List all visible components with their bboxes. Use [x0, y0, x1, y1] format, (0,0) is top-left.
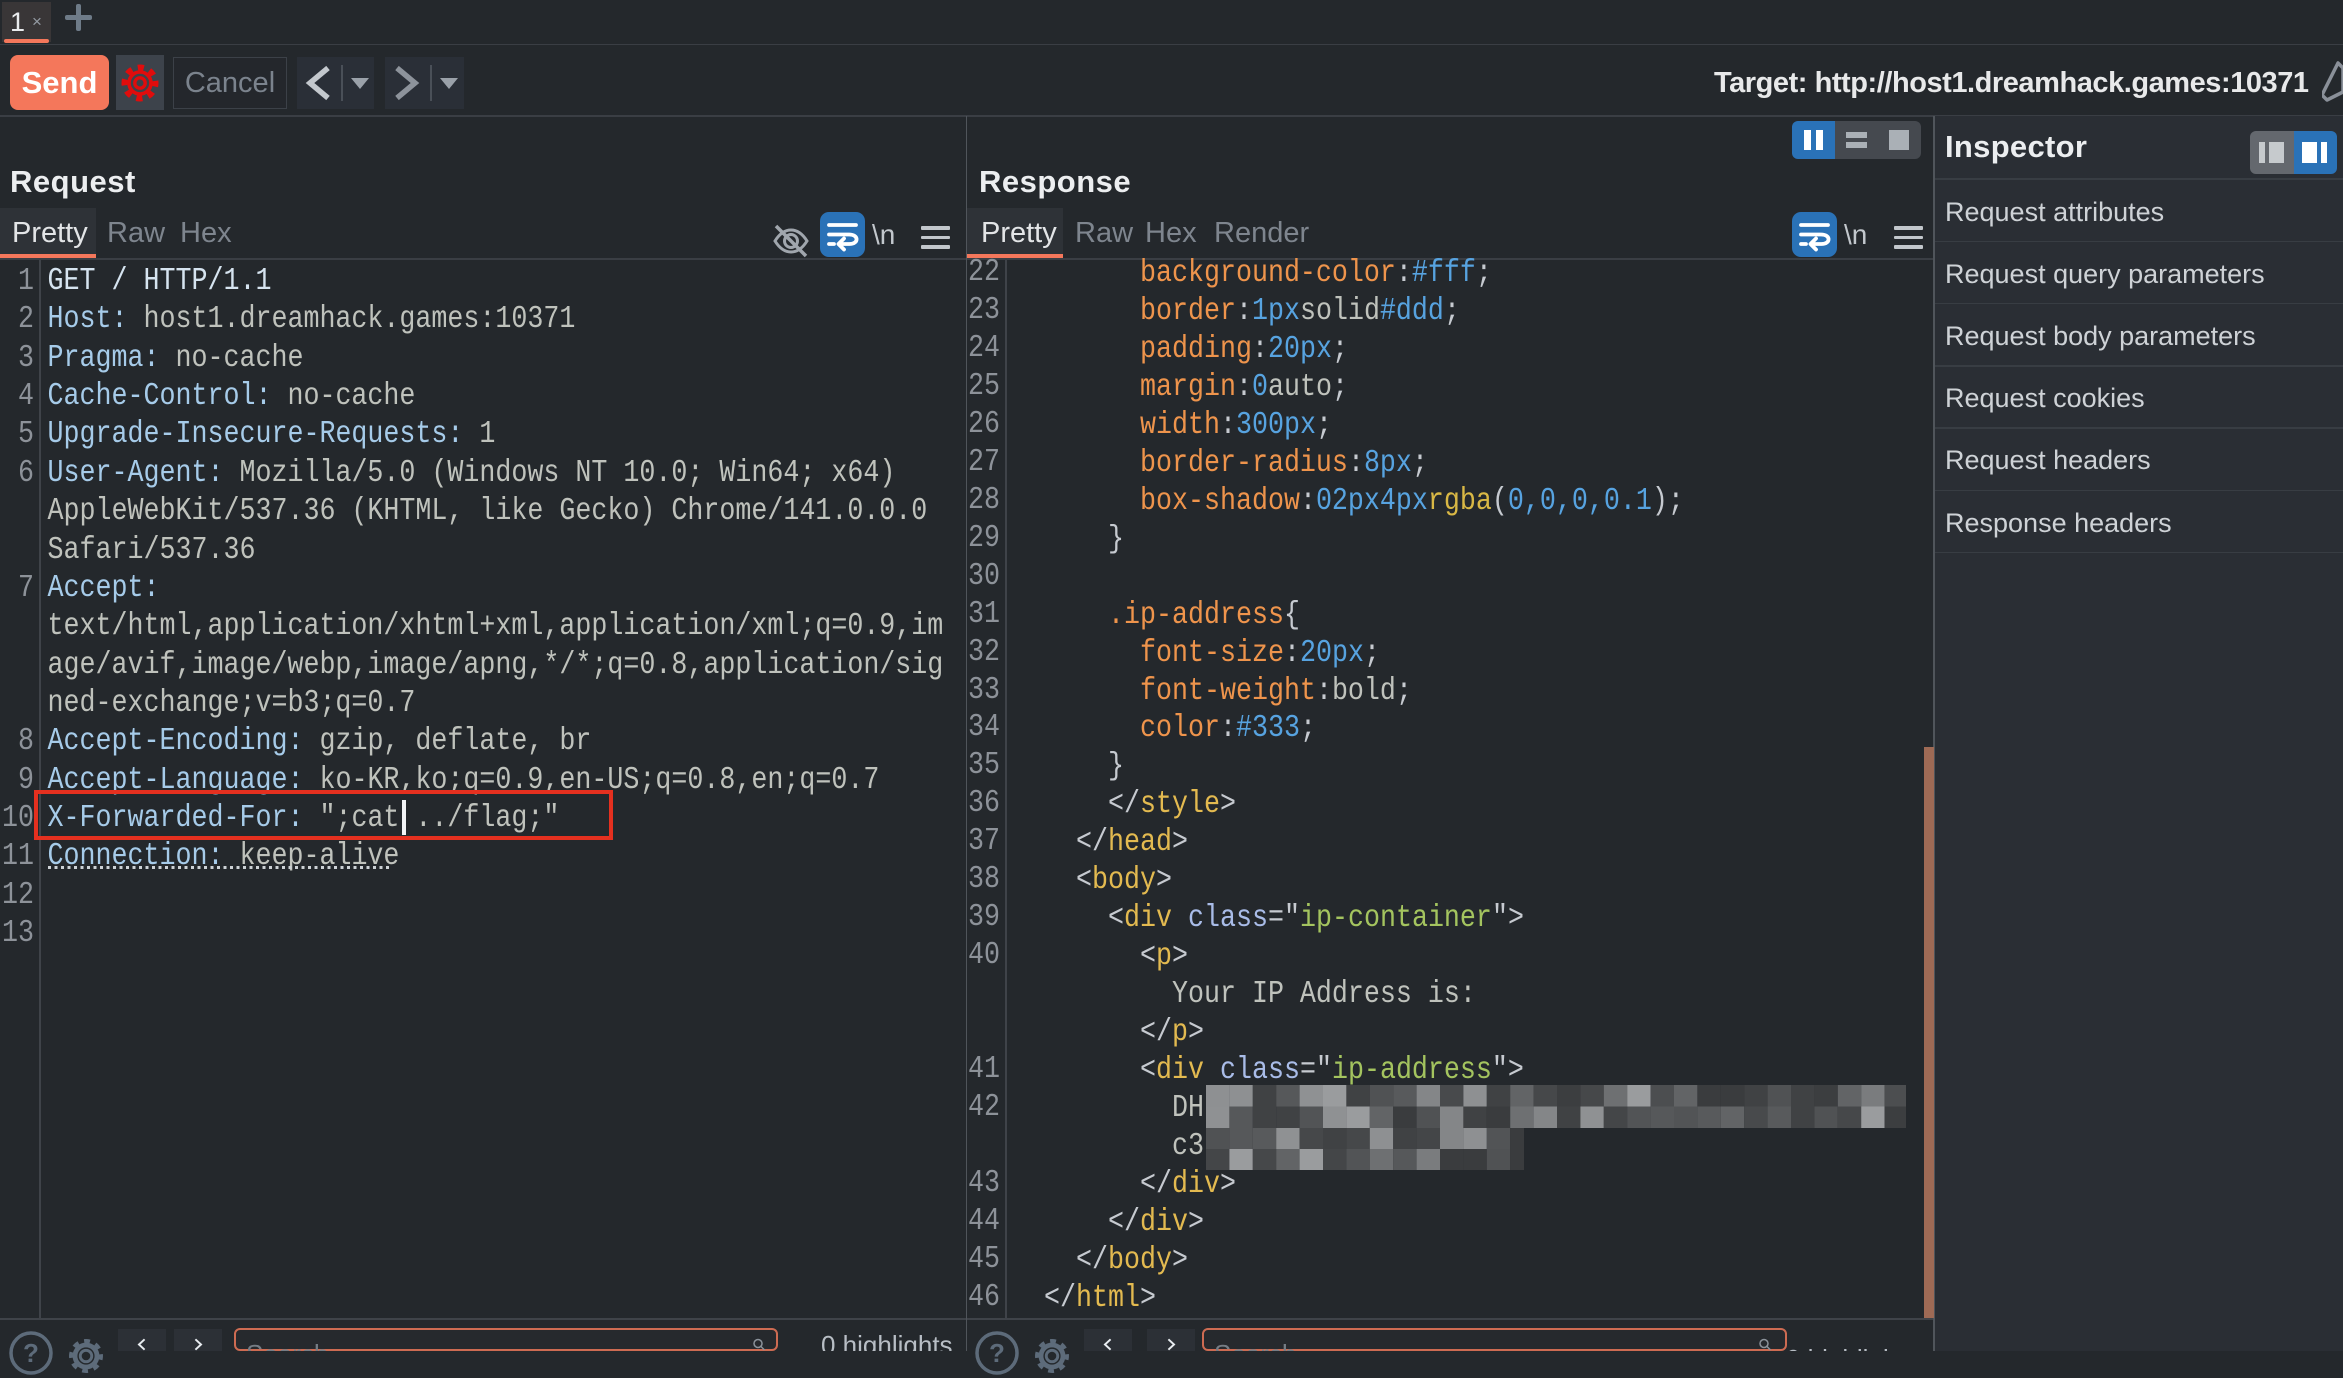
- svg-text:?: ?: [23, 1338, 39, 1368]
- svg-text:?: ?: [989, 1338, 1005, 1368]
